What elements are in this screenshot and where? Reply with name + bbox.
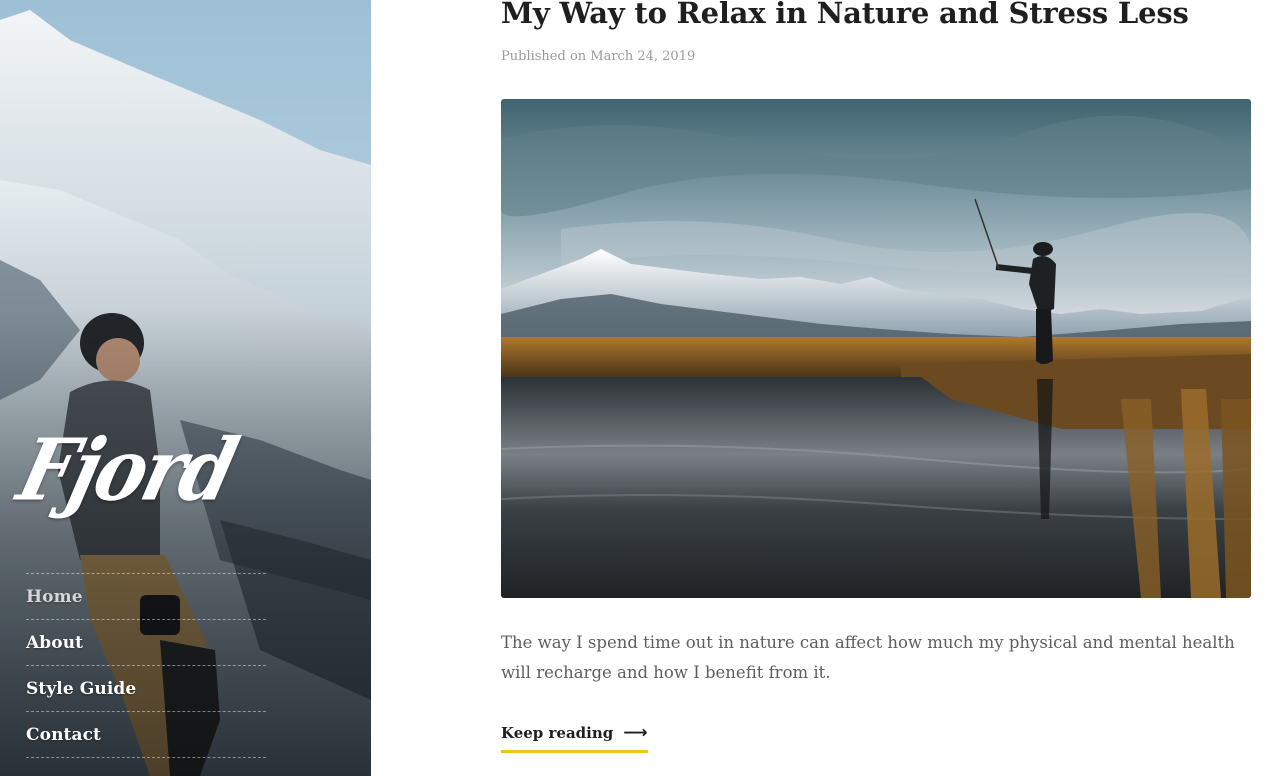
- nav-item-contact: Contact: [26, 712, 266, 758]
- nav-link-style-guide[interactable]: Style Guide: [26, 679, 136, 699]
- sidebar: Fjord Home About Style Guide Contact: [0, 0, 371, 776]
- arrow-right-icon: ⟶: [623, 722, 648, 743]
- keep-reading-label: Keep reading: [501, 724, 614, 742]
- post-excerpt: The way I spend time out in nature can a…: [501, 633, 1235, 682]
- nav-item-style-guide: Style Guide: [26, 666, 266, 712]
- post-date: Published on March 24, 2019: [501, 49, 696, 64]
- nav-link-home[interactable]: Home: [26, 587, 83, 607]
- nav-item-about: About: [26, 620, 266, 666]
- page: Fjord Home About Style Guide Contact My …: [0, 0, 1268, 776]
- keep-reading-link[interactable]: Keep reading ⟶: [501, 724, 648, 753]
- nav-item-home: Home: [26, 574, 266, 620]
- main-nav: Home About Style Guide Contact: [26, 573, 266, 758]
- featured-image[interactable]: [501, 99, 1251, 598]
- site-logo[interactable]: Fjord: [9, 420, 244, 520]
- nav-link-contact[interactable]: Contact: [26, 725, 101, 745]
- post-title[interactable]: My Way to Relax in Nature and Stress Les…: [501, 0, 1189, 30]
- nav-link-about[interactable]: About: [26, 633, 83, 653]
